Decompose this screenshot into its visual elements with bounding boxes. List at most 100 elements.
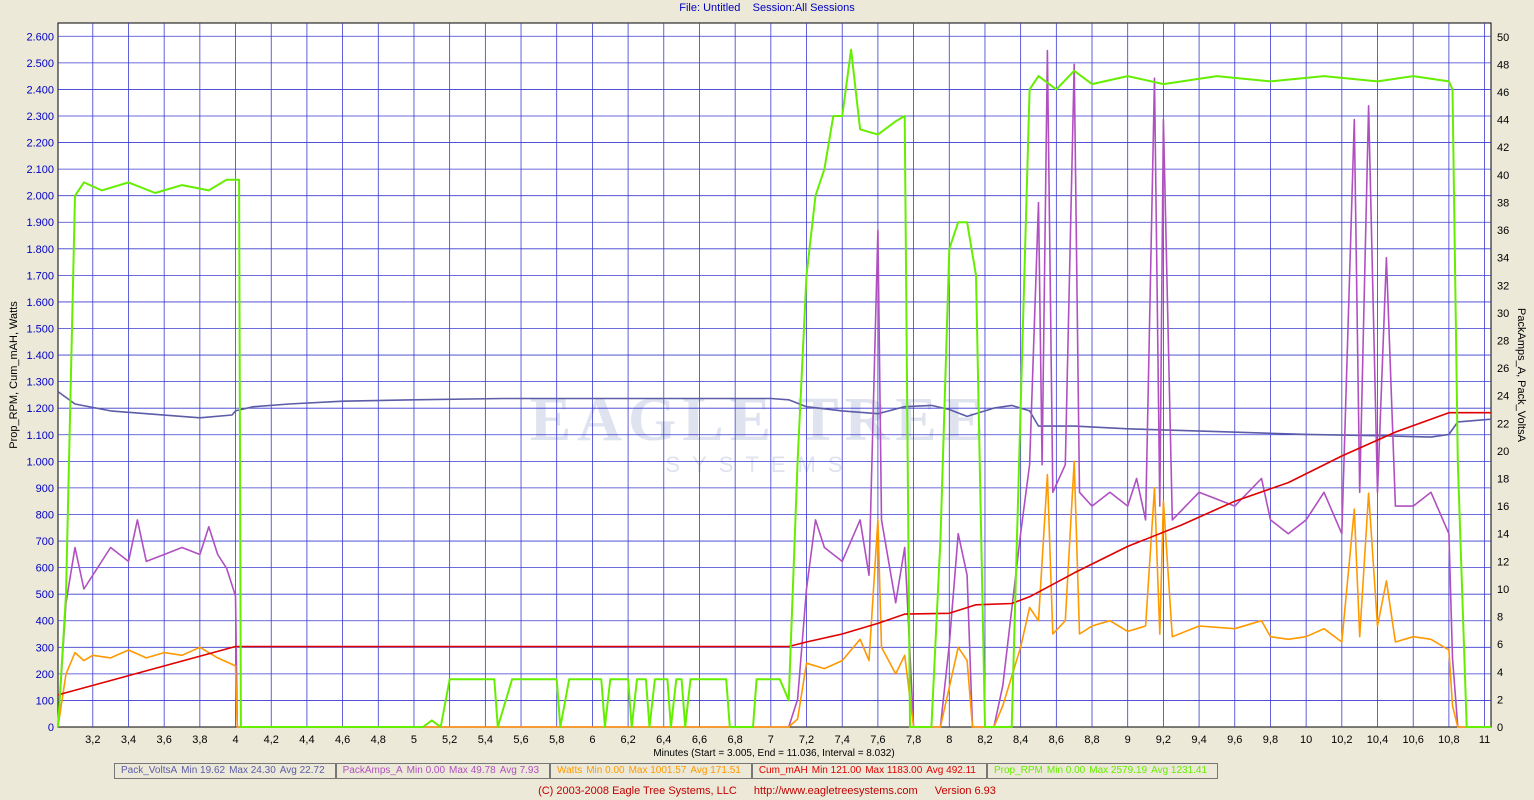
y-right-tick-label: 16 [1497,501,1509,513]
y-right-tick-label: 20 [1497,446,1509,458]
x-tick-label: 7,6 [870,734,885,746]
legend-name: Cum_mAH [758,765,808,776]
legend-max: Max 1001.57 [628,765,687,776]
y-right-tick-label: 18 [1497,474,1509,486]
x-tick-label: 8 [946,734,952,746]
y-right-tick-label: 36 [1497,225,1509,237]
legend-name: Watts [557,765,583,776]
y-left-tick-label: 1.400 [26,350,54,362]
x-tick-label: 4,4 [299,734,314,746]
y-right-tick-label: 46 [1497,87,1509,99]
y-left-tick-label: 1.200 [26,403,54,415]
y-left-tick-label: 2.100 [26,164,54,176]
x-tick-label: 8,4 [1013,734,1028,746]
y-left-tick-label: 400 [36,616,54,628]
x-tick-label: 3,4 [121,734,136,746]
x-tick-label: 5,4 [478,734,493,746]
legend-max: Max 24.30 [229,765,276,776]
x-tick-label: 6,4 [656,734,671,746]
legend-name: Pack_VoltsA [121,765,178,776]
legend-min: Min 121.00 [811,765,862,776]
watermark-title: EAGLE TREE [530,386,990,454]
legend-min: Min 19.62 [181,765,226,776]
x-tick-label: 7 [768,734,774,746]
y-axis-label-right: PackAmps_A, Pack_VoltsA [1515,308,1527,443]
y-right-tick-label: 0 [1497,722,1503,734]
x-axis-label: Minutes (Start = 3.005, End = 11.036, In… [653,748,894,759]
y-right-tick-label: 26 [1497,363,1509,375]
y-left-tick-label: 900 [36,483,54,495]
x-tick-label: 5,6 [513,734,528,746]
x-tick-label: 10,6 [1402,734,1423,746]
legend-max: Max 2579.19 [1089,765,1148,776]
y-left-tick-label: 600 [36,563,54,575]
x-tick-label: 11 [1479,734,1490,746]
plot-area [57,22,1492,728]
y-right-tick-label: 2 [1497,694,1503,706]
x-tick-label: 8,8 [1084,734,1099,746]
x-tick-label: 4 [232,734,238,746]
y-right-tick-label: 32 [1497,280,1509,292]
footer: (C) 2003-2008 Eagle Tree Systems, LLC ht… [0,785,1534,797]
x-tick-label: 4,6 [335,734,350,746]
y-right-tick-label: 42 [1497,142,1509,154]
legend-item-cum-mah: Cum_mAH Min 121.00 Max 1183.00 Avg 492.11 [751,763,987,779]
y-left-tick-label: 1.800 [26,244,54,256]
legend-item-packamps-a: PackAmps_A Min 0.00 Max 49.78 Avg 7.93 [335,763,551,779]
legend-min: Min 0.00 [1046,765,1086,776]
x-tick-label: 10 [1300,734,1312,746]
x-tick-label: 8,6 [1049,734,1064,746]
y-right-tick-label: 12 [1497,556,1509,568]
legend-avg: Avg 492.11 [926,765,976,776]
y-right-tick-label: 10 [1497,584,1509,596]
y-right-tick-label: 28 [1497,335,1509,347]
x-tick-label: 7,2 [799,734,814,746]
y-right-tick-label: 24 [1497,391,1509,403]
y-left-tick-label: 300 [36,642,54,654]
y-left-tick-label: 200 [36,669,54,681]
x-tick-label: 4,2 [264,734,279,746]
x-tick-label: 3,8 [192,734,207,746]
x-tick-label: 5,2 [442,734,457,746]
y-right-tick-label: 6 [1497,639,1503,651]
y-left-tick-label: 800 [36,509,54,521]
y-right-tick-label: 4 [1497,667,1503,679]
y-left-tick-label: 700 [36,536,54,548]
watermark-subtitle: SYSTEMS [665,452,854,477]
y-left-tick-label: 0 [48,722,54,734]
x-tick-label: 7,8 [906,734,921,746]
y-left-tick-label: 1.600 [26,297,54,309]
y-right-tick-label: 30 [1497,308,1509,320]
x-tick-label: 5,8 [549,734,564,746]
legend-avg: Avg 7.93 [499,765,540,776]
legend-min: Min 0.00 [406,765,446,776]
x-tick-label: 9,2 [1156,734,1171,746]
legend-max: Max 49.78 [449,765,496,776]
y-left-tick-label: 1.900 [26,217,54,229]
x-tick-label: 10,2 [1331,734,1352,746]
y-left-tick-label: 2.500 [26,58,54,70]
x-tick-label: 3,2 [85,734,100,746]
y-right-tick-label: 34 [1497,253,1509,265]
legend-max: Max 1183.00 [865,765,923,776]
y-left-tick-label: 2.000 [26,191,54,203]
legend-name: Prop_RPM [993,765,1043,776]
y-left-tick-label: 2.300 [26,111,54,123]
y-left-tick-label: 1.700 [26,270,54,282]
x-tick-label: 7,4 [835,734,850,746]
y-left-tick-label: 1.500 [26,324,54,336]
x-tick-label: 9,8 [1263,734,1278,746]
x-tick-label: 6,8 [728,734,743,746]
y-right-tick-label: 50 [1497,32,1509,44]
x-tick-label: 9,4 [1191,734,1206,746]
y-left-tick-label: 100 [36,695,54,707]
legend-min: Min 0.00 [586,765,625,776]
legend-avg: Avg 1231.41 [1151,765,1208,776]
x-tick-label: 8,2 [977,734,992,746]
y-right-tick-label: 22 [1497,418,1509,430]
x-tick-label: 5 [411,734,417,746]
x-tick-label: 6,6 [692,734,707,746]
legend-avg: Avg 171.51 [690,765,741,776]
y-right-tick-label: 44 [1497,115,1509,127]
website-link[interactable]: http://www.eagletreesystems.com [754,785,918,797]
